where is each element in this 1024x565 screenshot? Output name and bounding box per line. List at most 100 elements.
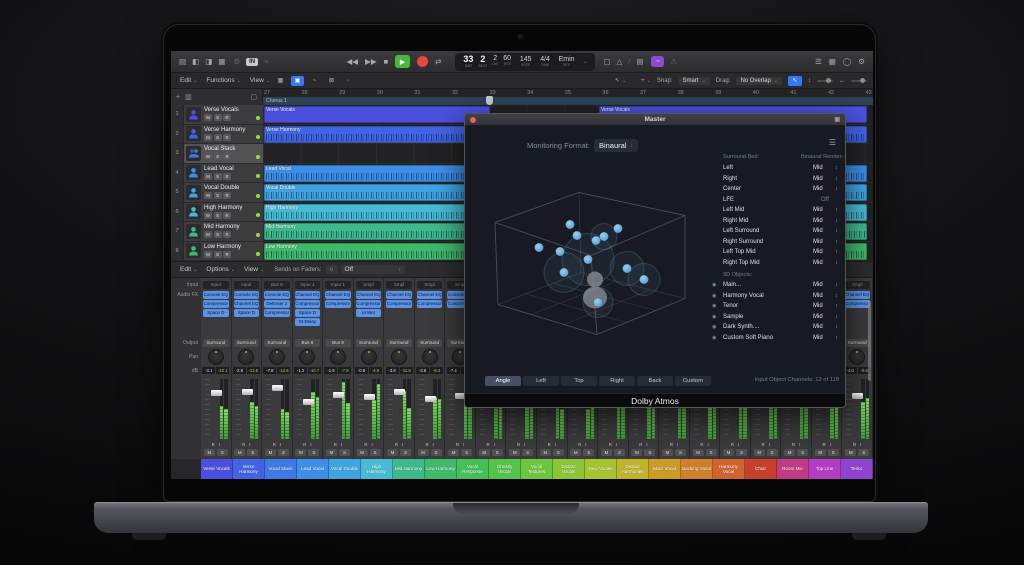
horizontal-zoom-slider[interactable] [851, 80, 867, 82]
solo-button[interactable]: S [767, 449, 778, 456]
input-slot[interactable]: Smpl [356, 281, 382, 289]
list-icon[interactable]: ☰ [815, 58, 822, 66]
time-signature-display[interactable]: 4/4TIME [540, 56, 550, 68]
plugin-slot[interactable]: DeEsser 2 [264, 300, 290, 308]
input-slot[interactable]: Smpl [417, 281, 443, 289]
horizontal-zoom-icon[interactable]: ↔ [839, 78, 845, 84]
close-tool-icon[interactable]: × [264, 58, 268, 66]
count-in-icon[interactable]: ▢ [603, 58, 610, 66]
plugin-slot[interactable]: Space D [295, 309, 321, 317]
menu-functions[interactable]: Functions⌄ [206, 77, 240, 84]
track-header-verse-vocals[interactable]: 1Verse VocalsMSR [171, 105, 263, 125]
volume-value[interactable]: -3.1 [202, 367, 215, 374]
channel-name[interactable]: Vocal Double [329, 459, 361, 479]
playhead-marker[interactable] [486, 96, 493, 105]
mute-button[interactable]: M [754, 449, 765, 456]
track-r-button[interactable]: R [223, 153, 231, 160]
output-slot[interactable]: Surround [417, 339, 443, 347]
pan-knob[interactable] [422, 349, 438, 365]
record-input-button[interactable]: R [792, 442, 795, 447]
track-m-button[interactable]: M [204, 173, 212, 180]
mute-button[interactable]: M [845, 449, 856, 456]
track-r-button[interactable]: R [223, 212, 231, 219]
tempo-display[interactable]: 145KEEP [520, 56, 532, 68]
volume-fader[interactable] [852, 393, 863, 399]
stepper-icon[interactable]: ↕ [835, 303, 843, 309]
channel-name[interactable]: New Vocals [585, 459, 617, 479]
volume-fader[interactable] [364, 394, 375, 400]
solo-button[interactable]: S [278, 449, 289, 456]
sends-power-button[interactable]: ○ [326, 265, 338, 274]
solo-button[interactable]: S [522, 449, 533, 456]
plugin-slot[interactable]: Channel EQ [325, 291, 351, 299]
mute-button[interactable]: M [570, 449, 581, 456]
toolbar-toggle-icon[interactable]: ◨ [205, 58, 212, 66]
render-mode-value[interactable]: Mid [813, 314, 835, 320]
render-mode-value[interactable]: Mid [813, 239, 835, 245]
output-slot[interactable]: Surround [203, 339, 229, 347]
pan-knob[interactable] [361, 349, 377, 365]
record-input-button[interactable]: I [555, 442, 556, 447]
track-r-button[interactable]: R [223, 114, 231, 121]
mute-button[interactable]: M [662, 449, 673, 456]
channel-strip[interactable]: InputConsole EQCompressorSpace DSurround… [201, 278, 232, 459]
solo-button[interactable]: S [431, 449, 442, 456]
menu-edit[interactable]: Edit⌄ [180, 77, 197, 84]
track-header-verse-harmony[interactable]: 2Verse HarmonyMSR [171, 125, 263, 145]
render-mode-value[interactable]: Mid [813, 186, 835, 192]
channel-strip[interactable]: Bus 9Console EQDeEsser 2CompressorSurrou… [262, 278, 293, 459]
plugin-slot[interactable]: Compressor [264, 309, 290, 317]
mute-button[interactable]: M [784, 449, 795, 456]
render-mode-value[interactable]: Mid [813, 165, 835, 171]
stepper-icon[interactable]: ↕ [835, 293, 843, 299]
input-monitor-dot[interactable] [256, 155, 260, 159]
record-input-button[interactable]: I [402, 442, 403, 447]
media-controls-icon[interactable]: ⚙ [858, 58, 865, 66]
record-input-button[interactable]: I [769, 442, 770, 447]
plugin-slot[interactable]: Channel EQ [295, 291, 321, 299]
stepper-icon[interactable]: ↕ [835, 218, 843, 224]
mute-button[interactable]: M [631, 449, 642, 456]
render-mode-value[interactable]: Mid [813, 335, 835, 341]
record-input-button[interactable]: R [548, 442, 551, 447]
record-input-button[interactable]: R [364, 442, 367, 447]
stepper-icon[interactable]: ↕ [835, 260, 843, 266]
record-input-button[interactable]: R [456, 442, 459, 447]
volume-value[interactable]: -3.8 [416, 367, 429, 374]
lcd-display[interactable]: 33BAR 2BEAT 2DIV 60TICK 145KEEP 4/4TIME … [455, 53, 595, 71]
track-header-high-harmony[interactable]: 6High HarmonyMSR [171, 203, 263, 223]
record-input-button[interactable]: I [677, 442, 678, 447]
plugin-slot[interactable]: Compressor [203, 300, 229, 308]
track-s-button[interactable]: S [214, 251, 222, 258]
channel-name[interactable]: Verse Vocals [201, 459, 233, 479]
audio-object-dot[interactable] [535, 243, 544, 252]
stepper-icon[interactable]: ↕ [835, 324, 843, 330]
track-header-low-harmony[interactable]: 8Low HarmonyMSR [171, 242, 263, 262]
channel-name[interactable]: Vocal Response [457, 459, 489, 479]
record-input-button[interactable]: I [341, 442, 342, 447]
volume-value[interactable]: -3.8 [386, 367, 399, 374]
record-input-button[interactable]: I [646, 442, 647, 447]
record-input-button[interactable]: R [517, 442, 520, 447]
input-slot[interactable]: Smpl [386, 281, 412, 289]
record-input-button[interactable]: R [731, 442, 734, 447]
plugin-slot[interactable]: Compressor [844, 300, 870, 308]
input-monitor-dot[interactable] [256, 252, 260, 256]
track-s-button[interactable]: S [214, 153, 222, 160]
pan-knob[interactable] [391, 349, 407, 365]
record-input-button[interactable]: R [487, 442, 490, 447]
plugin-slot[interactable]: Channel EQ [234, 300, 260, 308]
settings-icon[interactable]: ⚙ [233, 58, 240, 66]
record-button[interactable] [417, 56, 428, 67]
volume-fader[interactable] [211, 390, 222, 396]
monitoring-format-dropdown[interactable]: Binaural ↕ [594, 139, 638, 152]
pan-knob[interactable] [238, 349, 254, 365]
record-input-button[interactable]: I [707, 442, 708, 447]
channel-strip[interactable]: Input 1Channel EQCompressorBus 9-1.9-7.8… [323, 278, 354, 459]
stepper-icon[interactable]: ↕ [835, 207, 843, 213]
volume-fader[interactable] [303, 399, 314, 405]
record-input-button[interactable]: I [280, 442, 281, 447]
solo-button[interactable]: S [736, 449, 747, 456]
record-input-button[interactable]: I [738, 442, 739, 447]
solo-button[interactable]: S [217, 449, 228, 456]
